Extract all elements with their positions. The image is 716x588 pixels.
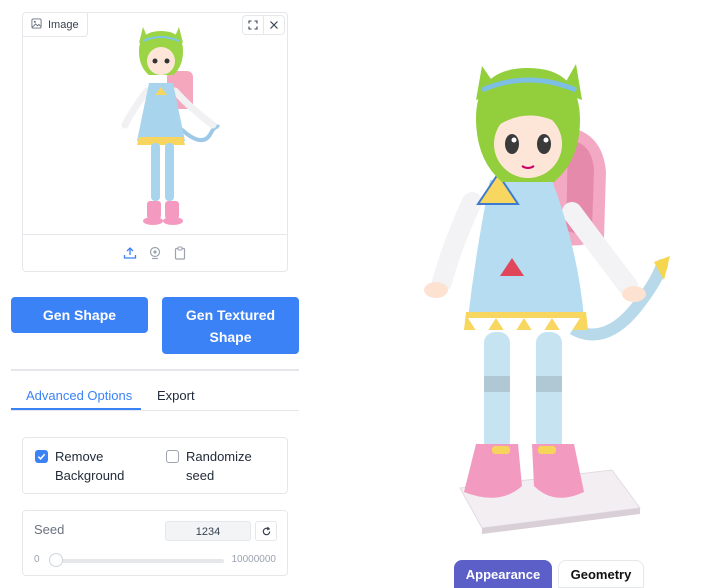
background-options-group: Remove Background Randomize seed [22,437,288,494]
appearance-label: Appearance [465,566,541,582]
remove-background-label-line2: Background [55,468,125,483]
appearance-button[interactable]: Appearance [454,560,552,588]
slider-max-label: 10000000 [231,554,277,565]
image-toolbar [242,15,285,35]
options-tabs: Advanced Options Export [11,384,299,411]
model-viewer[interactable] [372,40,702,540]
randomize-seed-label-line1: Randomize [186,449,252,464]
uploaded-character-image [121,27,220,225]
gen-shape-button[interactable]: Gen Shape [11,297,148,333]
image-label-tag: Image [23,13,88,37]
close-icon[interactable] [263,16,284,34]
rendered-3d-model [424,64,670,534]
upload-icon[interactable] [122,245,138,261]
geometry-label: Geometry [570,566,632,582]
randomize-seed-label-line2: seed [186,468,215,483]
image-upload-panel[interactable]: Image [22,12,288,272]
remove-background-checkbox[interactable] [35,450,48,463]
slider-min-label: 0 [34,554,40,565]
tab-advanced-options[interactable]: Advanced Options [26,388,132,403]
image-label-text: Image [48,18,79,31]
seed-control: Seed 1234 0 10000000 [22,510,288,576]
seed-label: Seed [34,522,65,537]
gen-textured-label-line2: Shape [209,328,252,345]
seed-slider-track[interactable] [53,559,224,563]
seed-input[interactable]: 1234 [165,521,251,541]
image-source-bar [23,234,287,271]
remove-background-label-line1: Remove [55,449,104,464]
tab-export[interactable]: Export [157,388,195,403]
geometry-button[interactable]: Geometry [558,560,644,588]
remove-background-option[interactable]: Remove Background [35,447,124,485]
gen-textured-shape-button[interactable]: Gen Textured Shape [162,297,299,354]
seed-slider-thumb[interactable] [49,553,63,567]
reset-icon[interactable] [255,521,277,541]
image-icon [31,17,42,32]
fullscreen-icon[interactable] [243,16,263,34]
active-tab-indicator [11,408,141,410]
gen-textured-label-line1: Gen Textured [185,306,276,323]
clipboard-icon[interactable] [172,245,188,261]
randomize-seed-checkbox[interactable] [166,450,179,463]
section-divider [11,369,299,371]
gen-shape-label: Gen Shape [42,307,117,323]
randomize-seed-option[interactable]: Randomize seed [166,447,252,485]
webcam-icon[interactable] [147,245,163,261]
